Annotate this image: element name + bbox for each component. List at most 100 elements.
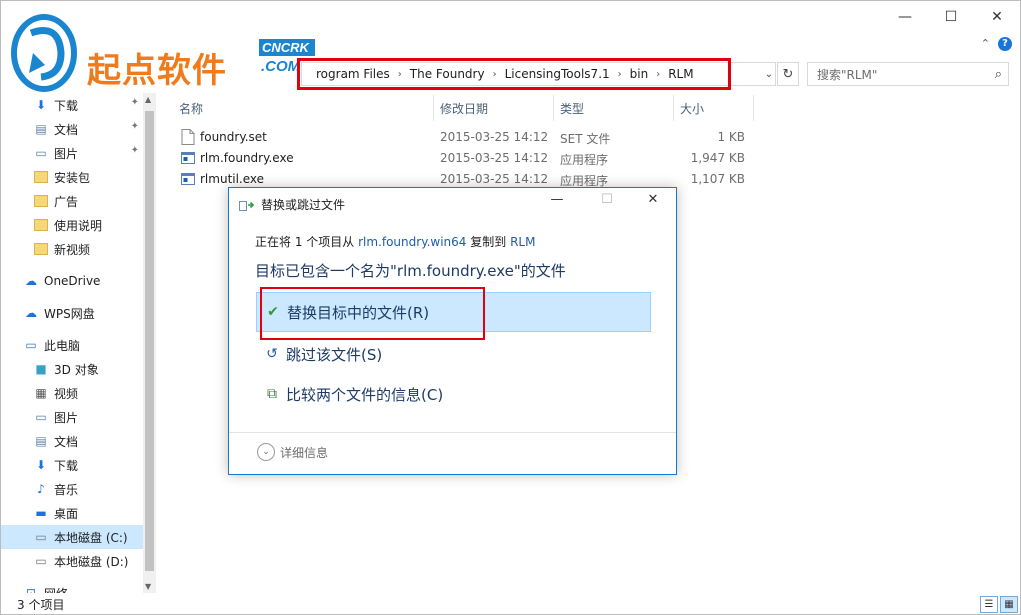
column-header-size[interactable]: 大小	[680, 97, 704, 119]
sidebar-item[interactable]: 广告	[1, 189, 143, 213]
search-icon[interactable]: ⌕	[995, 67, 1002, 82]
file-date: 2015-03-25 14:12	[440, 172, 549, 186]
sidebar-item[interactable]: ▤ 文档	[1, 429, 143, 453]
close-button[interactable]: ✕	[974, 1, 1020, 33]
sidebar-item[interactable]: ▬ 桌面	[1, 501, 143, 525]
sidebar-item-label: 下载	[54, 458, 79, 473]
download-arrow-icon: ⬇	[35, 458, 47, 472]
folder-icon	[33, 193, 49, 209]
sidebar-item[interactable]: ⬇ 下载	[1, 453, 143, 477]
replace-option-highlight-box	[260, 287, 485, 340]
desktop-icon: ▬	[35, 506, 47, 520]
dialog-minimize-button[interactable]: —	[544, 192, 570, 207]
column-header-name[interactable]: 名称	[179, 97, 203, 119]
sidebar-item[interactable]: ▭ 图片 ✦	[1, 141, 143, 165]
source-folder-link[interactable]: rlm.foundry.win64	[358, 235, 466, 249]
dialog-divider	[229, 432, 676, 433]
sidebar-item[interactable]: ▭ 此电脑	[1, 333, 143, 357]
file-name: rlm.foundry.exe	[200, 151, 294, 165]
sidebar-item-label: 本地磁盘 (C:)	[54, 530, 128, 545]
scroll-up-icon[interactable]: ▲	[145, 95, 151, 104]
sidebar-item[interactable]: 使用说明	[1, 213, 143, 237]
cloud-icon: ☁	[25, 274, 37, 288]
chevron-up-icon[interactable]: ⌃	[981, 37, 990, 50]
scroll-thumb[interactable]	[145, 111, 154, 571]
network-icon: ⊡	[25, 586, 37, 593]
scroll-down-icon[interactable]: ▼	[145, 582, 151, 591]
sidebar-item[interactable]: ▭ 图片	[1, 405, 143, 429]
large-icons-view-icon[interactable]: ▦	[1000, 596, 1018, 613]
logo-swirl-icon	[11, 14, 77, 92]
sidebar-item[interactable]: ☁ OneDrive	[1, 269, 143, 293]
details-view-icon[interactable]: ☰	[980, 596, 998, 613]
sidebar-item[interactable]: 新视频	[1, 237, 143, 261]
chevron-down-icon[interactable]: ⌄	[761, 62, 777, 86]
file-type: SET 文件	[560, 132, 611, 146]
drive-icon: ▭	[35, 530, 47, 544]
copy-text-middle: 复制到	[466, 235, 511, 249]
sidebar-item-label: 图片	[54, 146, 79, 161]
column-divider[interactable]	[553, 95, 554, 121]
pin-icon[interactable]: ✦	[131, 121, 139, 132]
search-placeholder: 搜索"RLM"	[817, 67, 878, 82]
computer-icon: ▭	[25, 338, 37, 352]
sidebar-item-label: 图片	[54, 410, 79, 425]
picture-icon: ▭	[35, 410, 47, 424]
compare-files-option[interactable]: ⧉ 比较两个文件的信息(C)	[256, 374, 651, 414]
sidebar-item[interactable]: ⊡ 网络	[1, 581, 143, 593]
column-divider[interactable]	[753, 95, 754, 121]
option-label: 跳过该文件(S)	[286, 345, 383, 364]
sidebar-item[interactable]: ♪ 音乐	[1, 477, 143, 501]
more-details-toggle[interactable]: ⌄ 详细信息	[257, 443, 328, 461]
column-divider[interactable]	[433, 95, 434, 121]
nav-scrollbar[interactable]: ▲ ▼	[143, 93, 156, 593]
pin-icon[interactable]: ✦	[131, 97, 139, 108]
refresh-button[interactable]: ↻	[777, 62, 799, 86]
sidebar-item[interactable]: 安装包	[1, 165, 143, 189]
file-date: 2015-03-25 14:12	[440, 151, 549, 165]
dialog-heading: 目标已包含一个名为"rlm.foundry.exe"的文件	[255, 262, 566, 280]
column-divider[interactable]	[673, 95, 674, 121]
video-icon: ▦	[35, 386, 47, 400]
sidebar-item-label: 桌面	[54, 506, 79, 521]
help-icon[interactable]: ?	[998, 37, 1012, 51]
dialog-close-button[interactable]: ✕	[640, 192, 666, 207]
file-name: foundry.set	[200, 130, 267, 144]
search-input[interactable]: 搜索"RLM" ⌕	[807, 62, 1009, 86]
folder-icon	[33, 241, 49, 257]
table-row[interactable]: foundry.set 2015-03-25 14:12 SET 文件 1 KB	[177, 127, 757, 148]
file-type: 应用程序	[560, 153, 609, 167]
sidebar-item-label: 3D 对象	[54, 362, 99, 377]
sidebar-item-label: WPS网盘	[44, 306, 95, 321]
file-size: 1,107 KB	[690, 172, 745, 186]
sidebar-item[interactable]: ☁ WPS网盘	[1, 301, 143, 325]
window-controls: — ☐ ✕	[882, 1, 1020, 33]
folder-shape	[34, 219, 48, 231]
file-date: 2015-03-25 14:12	[440, 130, 549, 144]
sidebar-item[interactable]: ■ 3D 对象	[1, 357, 143, 381]
destination-folder-link[interactable]: RLM	[510, 235, 535, 249]
chevron-down-icon[interactable]: ⌄	[257, 443, 275, 461]
sidebar-item-label: 此电脑	[44, 338, 81, 353]
cube-icon: ■	[35, 362, 47, 376]
sidebar-item[interactable]: ▭ 本地磁盘 (C:)	[1, 525, 143, 549]
details-label: 详细信息	[280, 445, 329, 460]
sidebar-item[interactable]: ▤ 文档 ✦	[1, 117, 143, 141]
sidebar-item-label: 新视频	[54, 242, 91, 257]
pin-icon[interactable]: ✦	[131, 145, 139, 156]
folder-shape	[34, 171, 48, 183]
sidebar-item[interactable]: ⬇ 下载 ✦	[1, 93, 143, 117]
sidebar-item-label: 文档	[54, 434, 79, 449]
maximize-button[interactable]: ☐	[928, 1, 974, 33]
skip-arrow-icon: ↺	[266, 346, 278, 362]
table-row[interactable]: rlm.foundry.exe 2015-03-25 14:12 应用程序 1,…	[177, 148, 757, 169]
sidebar-item[interactable]: ▭ 本地磁盘 (D:)	[1, 549, 143, 573]
minimize-button[interactable]: —	[882, 1, 928, 33]
column-header-type[interactable]: 类型	[560, 97, 584, 119]
sidebar-item[interactable]: ▦ 视频	[1, 381, 143, 405]
sidebar-item-label: 音乐	[54, 482, 79, 497]
skip-file-option[interactable]: ↺ 跳过该文件(S)	[256, 334, 651, 374]
file-size: 1,947 KB	[690, 151, 745, 165]
column-header-date[interactable]: 修改日期	[440, 97, 488, 119]
file-name: rlmutil.exe	[200, 172, 265, 186]
